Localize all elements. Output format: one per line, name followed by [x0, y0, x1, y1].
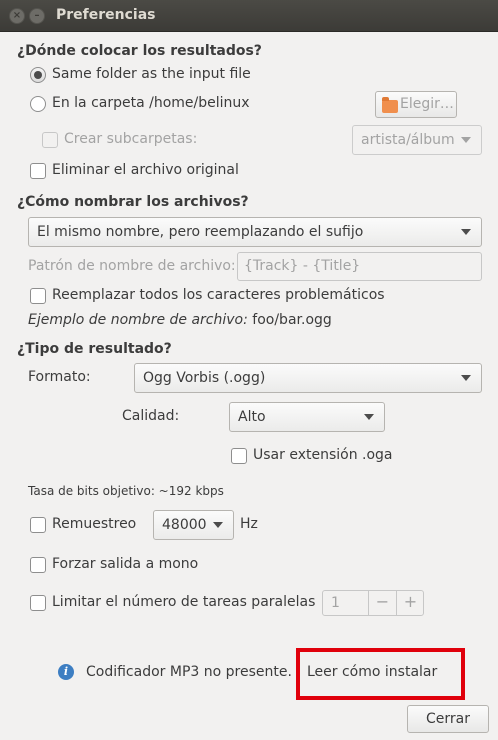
close-button[interactable]: Cerrar — [407, 705, 489, 733]
example-value: foo/bar.ogg — [252, 312, 332, 328]
same-folder-radio[interactable] — [30, 67, 46, 83]
limit-tasks-label[interactable]: Limitar el número de tareas paralelas — [52, 594, 315, 610]
chevron-down-icon — [461, 137, 471, 143]
window-title: Preferencias — [56, 7, 156, 23]
force-mono-checkbox[interactable] — [30, 557, 46, 573]
oga-extension-label[interactable]: Usar extensión .oga — [253, 447, 393, 463]
pattern-label: Patrón de nombre de archivo: — [28, 258, 236, 274]
info-icon: i — [58, 664, 74, 680]
naming-mode-select[interactable]: El mismo nombre, pero reemplazando el su… — [28, 217, 482, 247]
oga-extension-checkbox[interactable] — [231, 448, 247, 464]
custom-folder-radio[interactable] — [30, 96, 46, 112]
bitrate-label: Tasa de bits objetivo: ~192 kbps — [28, 484, 224, 498]
example-label: Ejemplo de nombre de archivo: — [28, 312, 248, 328]
choose-folder-label: Elegir… — [400, 96, 454, 112]
same-folder-label[interactable]: Same folder as the input file — [52, 66, 251, 82]
pattern-input[interactable]: {Track} - {Title} — [237, 252, 482, 281]
naming-heading: ¿Cómo nombrar los archivos? — [17, 194, 249, 210]
increment-button[interactable]: + — [396, 591, 424, 615]
resample-rate-value: 48000 — [162, 517, 207, 533]
decrement-button[interactable]: − — [368, 591, 396, 615]
force-mono-label[interactable]: Forzar salida a mono — [52, 556, 198, 572]
quality-label: Calidad: — [122, 408, 180, 424]
folder-icon — [382, 97, 398, 113]
quality-value: Alto — [238, 409, 266, 425]
replace-chars-checkbox[interactable] — [30, 288, 46, 304]
where-heading: ¿Dónde colocar los resultados? — [17, 43, 262, 59]
chevron-down-icon — [461, 229, 471, 235]
close-window-icon[interactable]: × — [9, 8, 25, 24]
format-label: Formato: — [28, 369, 91, 385]
chevron-down-icon — [461, 375, 471, 381]
delete-original-checkbox[interactable] — [30, 163, 46, 179]
mp3-notice: Codificador MP3 no presente. — [86, 664, 292, 680]
custom-folder-label[interactable]: En la carpeta /home/belinux — [52, 95, 250, 111]
format-select[interactable]: Ogg Vorbis (.ogg) — [134, 363, 482, 393]
chevron-down-icon — [364, 414, 374, 420]
quality-select[interactable]: Alto — [229, 402, 385, 432]
preferences-window: × – Preferencias ¿Dónde colocar los resu… — [0, 0, 498, 740]
tasks-value[interactable]: 1 — [331, 595, 340, 611]
limit-tasks-checkbox[interactable] — [30, 595, 46, 611]
subfolder-pattern-value: artista/álbum — [361, 132, 455, 148]
subfolder-pattern-select[interactable]: artista/álbum — [352, 125, 482, 155]
resample-unit: Hz — [240, 516, 258, 532]
title-bar[interactable]: × – Preferencias — [0, 0, 498, 32]
resample-checkbox[interactable] — [30, 517, 46, 533]
resample-label[interactable]: Remuestreo — [52, 516, 136, 532]
replace-chars-label[interactable]: Reemplazar todos los caracteres problemá… — [52, 287, 385, 303]
create-subfolders-label: Crear subcarpetas: — [64, 131, 198, 147]
minimize-window-icon[interactable]: – — [29, 8, 45, 24]
chevron-down-icon — [213, 522, 223, 528]
choose-folder-button[interactable]: Elegir… — [375, 91, 457, 118]
create-subfolders-checkbox[interactable] — [42, 132, 58, 148]
format-value: Ogg Vorbis (.ogg) — [143, 370, 266, 386]
example-line: Ejemplo de nombre de archivo: foo/bar.og… — [28, 312, 332, 328]
delete-original-label[interactable]: Eliminar el archivo original — [52, 162, 239, 178]
tasks-spinner[interactable]: 1 − + — [322, 590, 424, 616]
result-heading: ¿Tipo de resultado? — [17, 341, 172, 357]
naming-mode-value: El mismo nombre, pero reemplazando el su… — [37, 224, 364, 240]
install-link[interactable]: Leer cómo instalar — [307, 664, 437, 680]
resample-rate-select[interactable]: 48000 — [153, 510, 234, 540]
